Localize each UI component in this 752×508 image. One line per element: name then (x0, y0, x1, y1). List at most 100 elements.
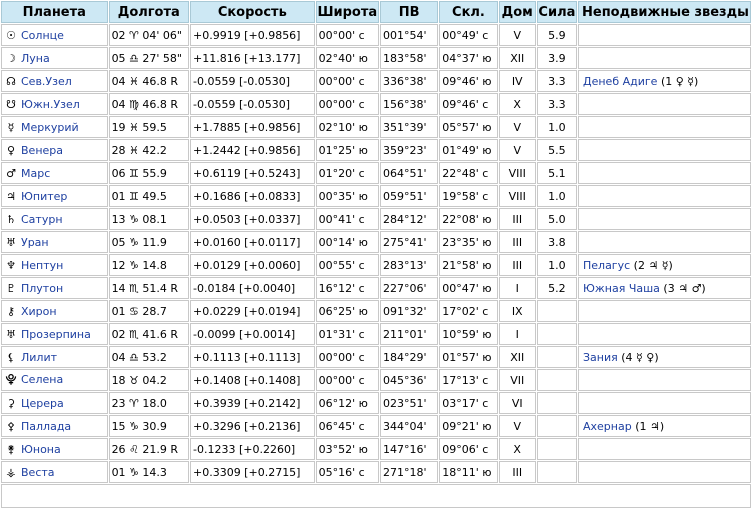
longitude-cell: 23 ♈ 18.0 (108, 392, 189, 414)
planet-cell: ⯓ Селена (1, 369, 108, 391)
planet-glyph-icon: ♂ (6, 166, 16, 180)
power-cell: 1.0 (536, 185, 577, 207)
table-row: ♃ Юпитер 01 ♊ 49.5 +0.1686 [+0.0833] 00°35' … (1, 185, 751, 207)
planet-link[interactable]: Уран (21, 236, 49, 249)
planet-link[interactable]: Селена (21, 373, 63, 386)
planet-link[interactable]: Плутон (21, 282, 63, 295)
ra-cell: 156°38' (379, 93, 439, 115)
latitude-cell: 16°12' с (315, 277, 379, 299)
house-cell: VII (498, 369, 536, 391)
power-cell: 1.0 (536, 254, 577, 276)
planet-cell: ⚴ Паллада (1, 415, 108, 437)
table-row: ☉ Солнце 02 ♈ 04' 06" +0.9919 [+0.9856] 00°0… (1, 24, 751, 46)
power-cell (536, 323, 577, 345)
fixed-star-cell (578, 323, 751, 345)
power-cell: 3.8 (536, 231, 577, 253)
latitude-cell: 00°00' с (315, 70, 379, 92)
latitude-cell: 00°00' с (315, 346, 379, 368)
planet-cell: ♃ Юпитер (1, 185, 108, 207)
house-cell: V (498, 116, 536, 138)
planet-link[interactable]: Хирон (21, 305, 57, 318)
planet-cell: ☋ Южн.Узел (1, 93, 108, 115)
longitude-cell: 05 ♎ 27' 58" (108, 47, 189, 69)
planet-glyph-icon: ⚷ (6, 304, 16, 318)
fixed-star-link[interactable]: Денеб Адиге (583, 75, 657, 88)
planet-link[interactable]: Меркурий (21, 121, 79, 134)
table-row: ☽ Луна 05 ♎ 27' 58" +11.816 [+13.177] 02°40'… (1, 47, 751, 69)
ra-cell: 091°32' (379, 300, 439, 322)
planet-cell: ⚶ Веста (1, 461, 108, 483)
power-cell (536, 300, 577, 322)
fixed-star-aspect: (2 ♃ ☿) (633, 258, 673, 272)
planet-glyph-icon: ⚳ (6, 396, 16, 410)
ra-cell: 351°39' (379, 116, 439, 138)
table-row: ♀ Венера 28 ♓ 42.2 +1.2442 [+0.9856] 01°25' … (1, 139, 751, 161)
fixed-star-cell (578, 139, 751, 161)
planet-cell: ♇ Плутон (1, 277, 108, 299)
latitude-cell: 03°52' ю (315, 438, 379, 460)
planet-link[interactable]: Юнона (21, 443, 61, 456)
fixed-star-link[interactable]: Южная Чаша (583, 282, 660, 295)
speed-cell: +0.1113 [+0.1113] (189, 346, 315, 368)
power-cell: 3.3 (536, 70, 577, 92)
longitude-cell: 04 ♓ 46.8 R (108, 70, 189, 92)
planet-link[interactable]: Марс (21, 167, 50, 180)
fixed-star-link[interactable]: Пелагус (583, 259, 630, 272)
fixed-star-cell: Зания (4 ☿ ♀) (578, 346, 751, 368)
fixed-star-cell (578, 438, 751, 460)
fixed-star-link[interactable]: Зания (583, 351, 618, 364)
speed-cell: -0.0184 [+0.0040] (189, 277, 315, 299)
longitude-cell: 19 ♓ 59.5 (108, 116, 189, 138)
power-cell (536, 369, 577, 391)
longitude-cell: 01 ♋ 28.7 (108, 300, 189, 322)
header-house: Дом (498, 1, 536, 23)
declination-cell: 21°58' ю (439, 254, 498, 276)
planet-link[interactable]: Сев.Узел (21, 75, 72, 88)
planet-link[interactable]: Солнце (21, 29, 64, 42)
table-row: ☿ Меркурий 19 ♓ 59.5 +1.7885 [+0.9856] 02°10… (1, 116, 751, 138)
planet-link[interactable]: Церера (21, 397, 64, 410)
header-latitude: Широта (315, 1, 379, 23)
planet-link[interactable]: Нептун (21, 259, 63, 272)
speed-cell: +0.0129 [+0.0060] (189, 254, 315, 276)
planet-link[interactable]: Юпитер (21, 190, 67, 203)
fixed-star-cell: Пелагус (2 ♃ ☿) (578, 254, 751, 276)
declination-cell: 23°35' ю (439, 231, 498, 253)
fixed-star-aspect: (3 ♃ ♂) (663, 281, 706, 295)
ra-cell: 059°51' (379, 185, 439, 207)
power-cell (536, 392, 577, 414)
ra-cell: 183°58' (379, 47, 439, 69)
planet-cell: ⚸ Лилит (1, 346, 108, 368)
planet-cell: ♄ Сатурн (1, 208, 108, 230)
planets-table: Планета Долгота Скорость Широта ПВ Скл. … (0, 0, 752, 484)
table-row: ⚶ Веста 01 ♑ 14.3 +0.3309 [+0.2715] 05°16' с… (1, 461, 751, 483)
planet-link[interactable]: Луна (21, 52, 50, 65)
planet-link[interactable]: Прозерпина (21, 328, 91, 341)
fixed-star-cell (578, 231, 751, 253)
planet-link[interactable]: Паллада (21, 420, 71, 433)
declination-cell: 22°48' с (439, 162, 498, 184)
planet-glyph-icon: ☽ (6, 51, 16, 65)
ra-cell: 001°54' (379, 24, 439, 46)
fixed-star-link[interactable]: Ахернар (583, 420, 632, 433)
table-row: ♅ Уран 05 ♑ 11.9 +0.0160 [+0.0117] 00°14' ю2… (1, 231, 751, 253)
ra-cell: 064°51' (379, 162, 439, 184)
speed-cell: +0.6119 [+0.5243] (189, 162, 315, 184)
planet-link[interactable]: Венера (21, 144, 63, 157)
planet-glyph-icon: ♄ (6, 212, 16, 226)
fixed-star-cell (578, 24, 751, 46)
latitude-cell: 06°25' ю (315, 300, 379, 322)
house-cell: IV (498, 70, 536, 92)
table-row: ⚷ Хирон 01 ♋ 28.7 +0.0229 [+0.0194] 06°25' ю… (1, 300, 751, 322)
latitude-cell: 00°00' с (315, 93, 379, 115)
planet-cell: ♅ Прозерпина (1, 323, 108, 345)
planet-link[interactable]: Сатурн (21, 213, 63, 226)
fixed-star-cell (578, 208, 751, 230)
planet-link[interactable]: Южн.Узел (21, 98, 80, 111)
planet-link[interactable]: Лилит (21, 351, 57, 364)
planet-link[interactable]: Веста (21, 466, 55, 479)
house-cell: IX (498, 300, 536, 322)
declination-cell: 09°21' ю (439, 415, 498, 437)
table-row: ⚳ Церера 23 ♈ 18.0 +0.3939 [+0.2142] 06°12' … (1, 392, 751, 414)
fixed-star-cell (578, 93, 751, 115)
